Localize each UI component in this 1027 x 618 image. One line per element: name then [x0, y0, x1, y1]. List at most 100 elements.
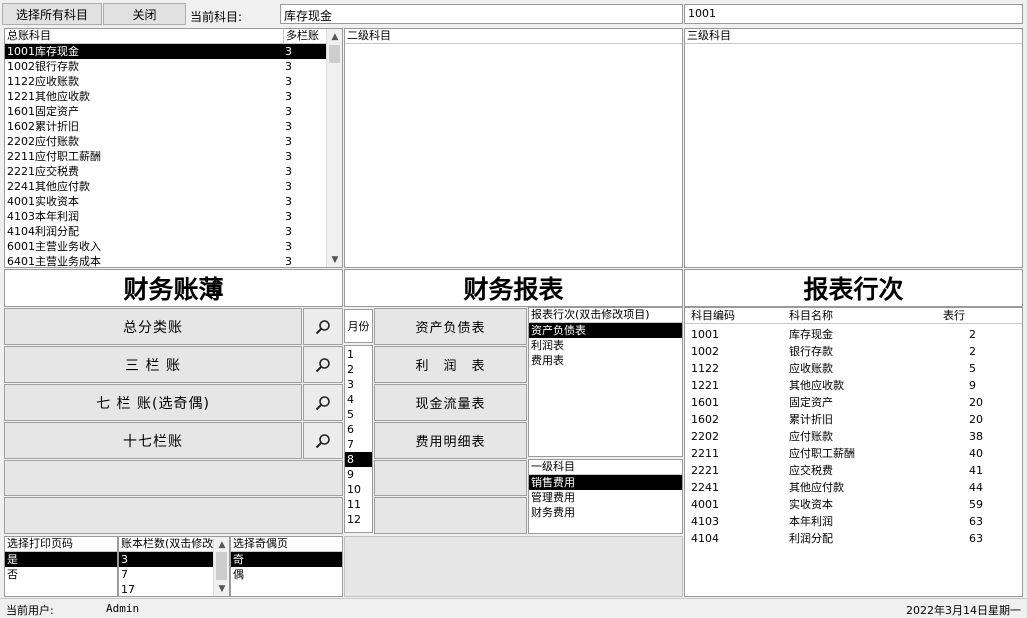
scroll-down-icon[interactable]: ▼: [327, 252, 342, 267]
table-row[interactable]: 2241 其他应付款 44: [685, 479, 1022, 496]
ledger-button-3[interactable]: 十七栏账: [4, 422, 302, 459]
close-button[interactable]: 关闭: [103, 3, 186, 25]
scroll-up-icon[interactable]: ▲: [214, 537, 229, 552]
scroll-thumb[interactable]: [216, 552, 227, 580]
month-item[interactable]: 10: [345, 482, 372, 497]
columns-list[interactable]: 账本栏数(双击修改) 3 7 17 ▲ ▼: [118, 536, 230, 597]
level3-list[interactable]: 三级科目: [684, 28, 1023, 268]
month-item[interactable]: 4: [345, 392, 372, 407]
table-row[interactable]: 2211 应付职工薪酬 40: [685, 445, 1022, 462]
report-button-3[interactable]: 费用明细表: [374, 422, 527, 459]
month-item[interactable]: 8: [345, 452, 372, 467]
gl-item-multi: 3: [285, 90, 292, 103]
table-row[interactable]: 4001 实收资本 59: [685, 496, 1022, 513]
level1-list-header: 一级科目: [529, 460, 682, 475]
gl-list-item[interactable]: 1002银行存款 3: [5, 59, 327, 74]
table-row[interactable]: 4104 利润分配 63: [685, 530, 1022, 547]
row-code: 4001: [691, 498, 719, 511]
month-item[interactable]: 5: [345, 407, 372, 422]
odd-even-item[interactable]: 偶: [231, 567, 342, 582]
table-row[interactable]: 1602 累计折旧 20: [685, 411, 1022, 428]
row-line: 20: [969, 413, 983, 426]
report-button-2[interactable]: 现金流量表: [374, 384, 527, 421]
gl-list-item[interactable]: 4104利润分配 3: [5, 224, 327, 239]
month-item[interactable]: 1: [345, 347, 372, 362]
current-code-field[interactable]: 1001: [684, 4, 1023, 24]
columns-item[interactable]: 17: [119, 582, 214, 596]
ledger-button-0[interactable]: 总分类账: [4, 308, 302, 345]
magnifier-icon[interactable]: [303, 346, 343, 383]
report-rows-table[interactable]: 科目编码 科目名称 表行 1001 库存现金 2 1002 银行存款 2 1122 应收账款 5…: [684, 307, 1023, 597]
report-button-0[interactable]: 资产负债表: [374, 308, 527, 345]
gl-list-item[interactable]: 6001主营业务收入 3: [5, 239, 327, 254]
row-line: 59: [969, 498, 983, 511]
ledger-button-2[interactable]: 七 栏 账(选奇偶): [4, 384, 302, 421]
month-item[interactable]: 12: [345, 512, 372, 527]
level1-list-item[interactable]: 财务费用: [529, 505, 682, 520]
gl-list-item[interactable]: 1122应收账款 3: [5, 74, 327, 89]
gl-scrollbar[interactable]: ▲ ▼: [326, 29, 342, 267]
gl-list-item[interactable]: 4001实收资本 3: [5, 194, 327, 209]
row-code: 1002: [691, 345, 719, 358]
gl-subject-list[interactable]: 总账科目 多栏账 1001库存现金 3 1002银行存款 3 1122应收账款 3 1221…: [4, 28, 343, 268]
table-row[interactable]: 1122 应收账款 5: [685, 360, 1022, 377]
table-row[interactable]: 2202 应付账款 38: [685, 428, 1022, 445]
level3-header: 三级科目: [685, 29, 1022, 44]
level1-list-item[interactable]: 管理费用: [529, 490, 682, 505]
report-list-item[interactable]: 资产负债表: [529, 323, 682, 338]
report-button-1[interactable]: 利 润 表: [374, 346, 527, 383]
magnifier-icon[interactable]: [303, 308, 343, 345]
table-row[interactable]: 2221 应交税费 41: [685, 462, 1022, 479]
row-name: 其他应收款: [789, 379, 844, 392]
table-row[interactable]: 1221 其他应收款 9: [685, 377, 1022, 394]
select-all-subjects-button[interactable]: 选择所有科目: [2, 3, 102, 25]
print-page-item[interactable]: 是: [5, 552, 117, 567]
month-item[interactable]: 7: [345, 437, 372, 452]
columns-item[interactable]: 3: [119, 552, 214, 567]
table-row[interactable]: 1601 固定资产 20: [685, 394, 1022, 411]
gl-list-item[interactable]: 4103本年利润 3: [5, 209, 327, 224]
row-code: 2221: [691, 464, 719, 477]
month-item[interactable]: 9: [345, 467, 372, 482]
month-item[interactable]: 2: [345, 362, 372, 377]
month-item[interactable]: 3: [345, 377, 372, 392]
gl-list-item[interactable]: 1602累计折旧 3: [5, 119, 327, 134]
gl-item-multi: 3: [285, 60, 292, 73]
scroll-up-icon[interactable]: ▲: [327, 29, 342, 44]
gl-item-multi: 3: [285, 255, 292, 268]
gl-list-item[interactable]: 1601固定资产 3: [5, 104, 327, 119]
gl-list-item[interactable]: 1221其他应收款 3: [5, 89, 327, 104]
level2-list[interactable]: 二级科目: [344, 28, 683, 268]
rows-title: 报表行次: [684, 269, 1023, 307]
month-item[interactable]: 11: [345, 497, 372, 512]
month-list[interactable]: 1 2 3 4 5 6 7 8 9 10 11 12: [344, 345, 373, 533]
gl-list-item[interactable]: 1001库存现金 3: [5, 44, 327, 59]
gl-list-item[interactable]: 2221应交税费 3: [5, 164, 327, 179]
odd-even-list[interactable]: 选择奇偶页 奇偶: [230, 536, 343, 597]
odd-even-item[interactable]: 奇: [231, 552, 342, 567]
table-row[interactable]: 1002 银行存款 2: [685, 343, 1022, 360]
gl-list-item[interactable]: 2241其他应付款 3: [5, 179, 327, 194]
columns-scrollbar[interactable]: ▲ ▼: [213, 537, 229, 596]
columns-item[interactable]: 7: [119, 567, 214, 582]
magnifier-icon[interactable]: [303, 422, 343, 459]
gl-list-item[interactable]: 2202应付账款 3: [5, 134, 327, 149]
report-list-item[interactable]: 利润表: [529, 338, 682, 353]
table-row[interactable]: 1001 库存现金 2: [685, 326, 1022, 343]
gl-list-item[interactable]: 6401主营业务成本 3: [5, 254, 327, 268]
columns-header: 账本栏数(双击修改): [119, 537, 214, 552]
print-page-item[interactable]: 否: [5, 567, 117, 582]
level1-list-item[interactable]: 销售费用: [529, 475, 682, 490]
current-subject-field[interactable]: 库存现金: [280, 4, 683, 24]
report-list[interactable]: 报表行次(双击修改项目) 资产负债表 利润表 费用表: [528, 307, 683, 457]
gl-list-item[interactable]: 2211应付职工薪酬 3: [5, 149, 327, 164]
month-item[interactable]: 6: [345, 422, 372, 437]
report-list-item[interactable]: 费用表: [529, 353, 682, 368]
magnifier-icon[interactable]: [303, 384, 343, 421]
scroll-thumb[interactable]: [329, 45, 340, 63]
print-page-list[interactable]: 选择打印页码 是否: [4, 536, 118, 597]
table-row[interactable]: 4103 本年利润 63: [685, 513, 1022, 530]
scroll-down-icon[interactable]: ▼: [214, 581, 229, 596]
ledger-button-1[interactable]: 三 栏 账: [4, 346, 302, 383]
level1-list[interactable]: 一级科目 销售费用 管理费用 财务费用: [528, 459, 683, 534]
